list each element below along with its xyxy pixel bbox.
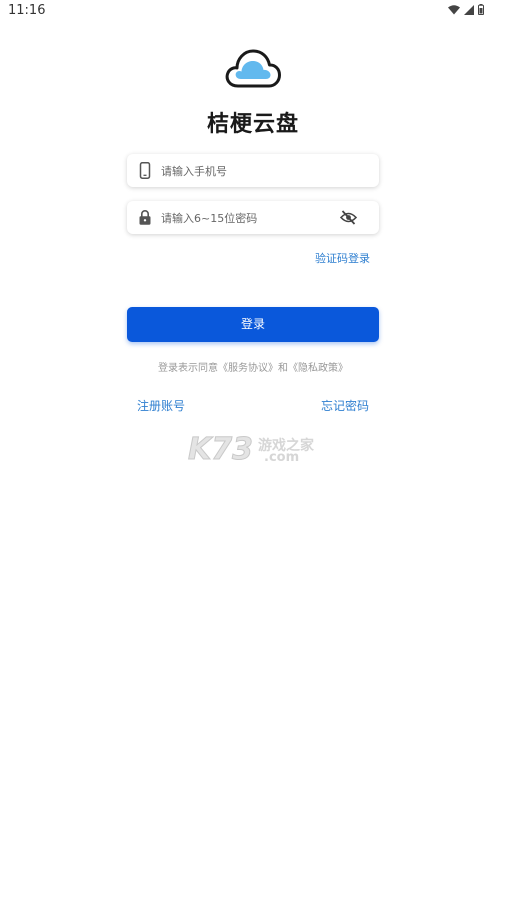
login-button[interactable]: 登录 — [127, 307, 379, 342]
wifi-icon — [448, 4, 460, 14]
signal-icon — [464, 4, 474, 15]
lock-icon — [139, 210, 151, 225]
phone-icon — [139, 162, 151, 179]
status-icons — [448, 4, 484, 15]
forgot-password-link[interactable]: 忘记密码 — [321, 397, 369, 414]
password-input[interactable]: 请输入6~15位密码 — [127, 201, 379, 234]
password-placeholder: 请输入6~15位密码 — [161, 212, 258, 225]
battery-icon — [478, 4, 484, 15]
agreement-text[interactable]: 登录表示同意《服务协议》和《隐私政策》 — [0, 359, 506, 374]
eye-off-icon[interactable] — [340, 210, 357, 225]
app-title: 桔梗云盘 — [206, 112, 299, 137]
watermark-domain: .com — [264, 450, 300, 465]
register-link[interactable]: 注册账号 — [137, 397, 185, 414]
phone-input[interactable]: 请输入手机号 — [127, 154, 379, 187]
cloud-icon — [225, 49, 281, 88]
status-bar: 11:16 — [0, 0, 506, 22]
watermark-brand: K73 — [188, 432, 254, 468]
watermark-logo: K73 游戏之家 .com — [188, 432, 318, 468]
status-time: 11:16 — [8, 3, 46, 18]
code-login-link[interactable]: 验证码登录 — [315, 250, 370, 266]
phone-placeholder: 请输入手机号 — [161, 165, 227, 178]
